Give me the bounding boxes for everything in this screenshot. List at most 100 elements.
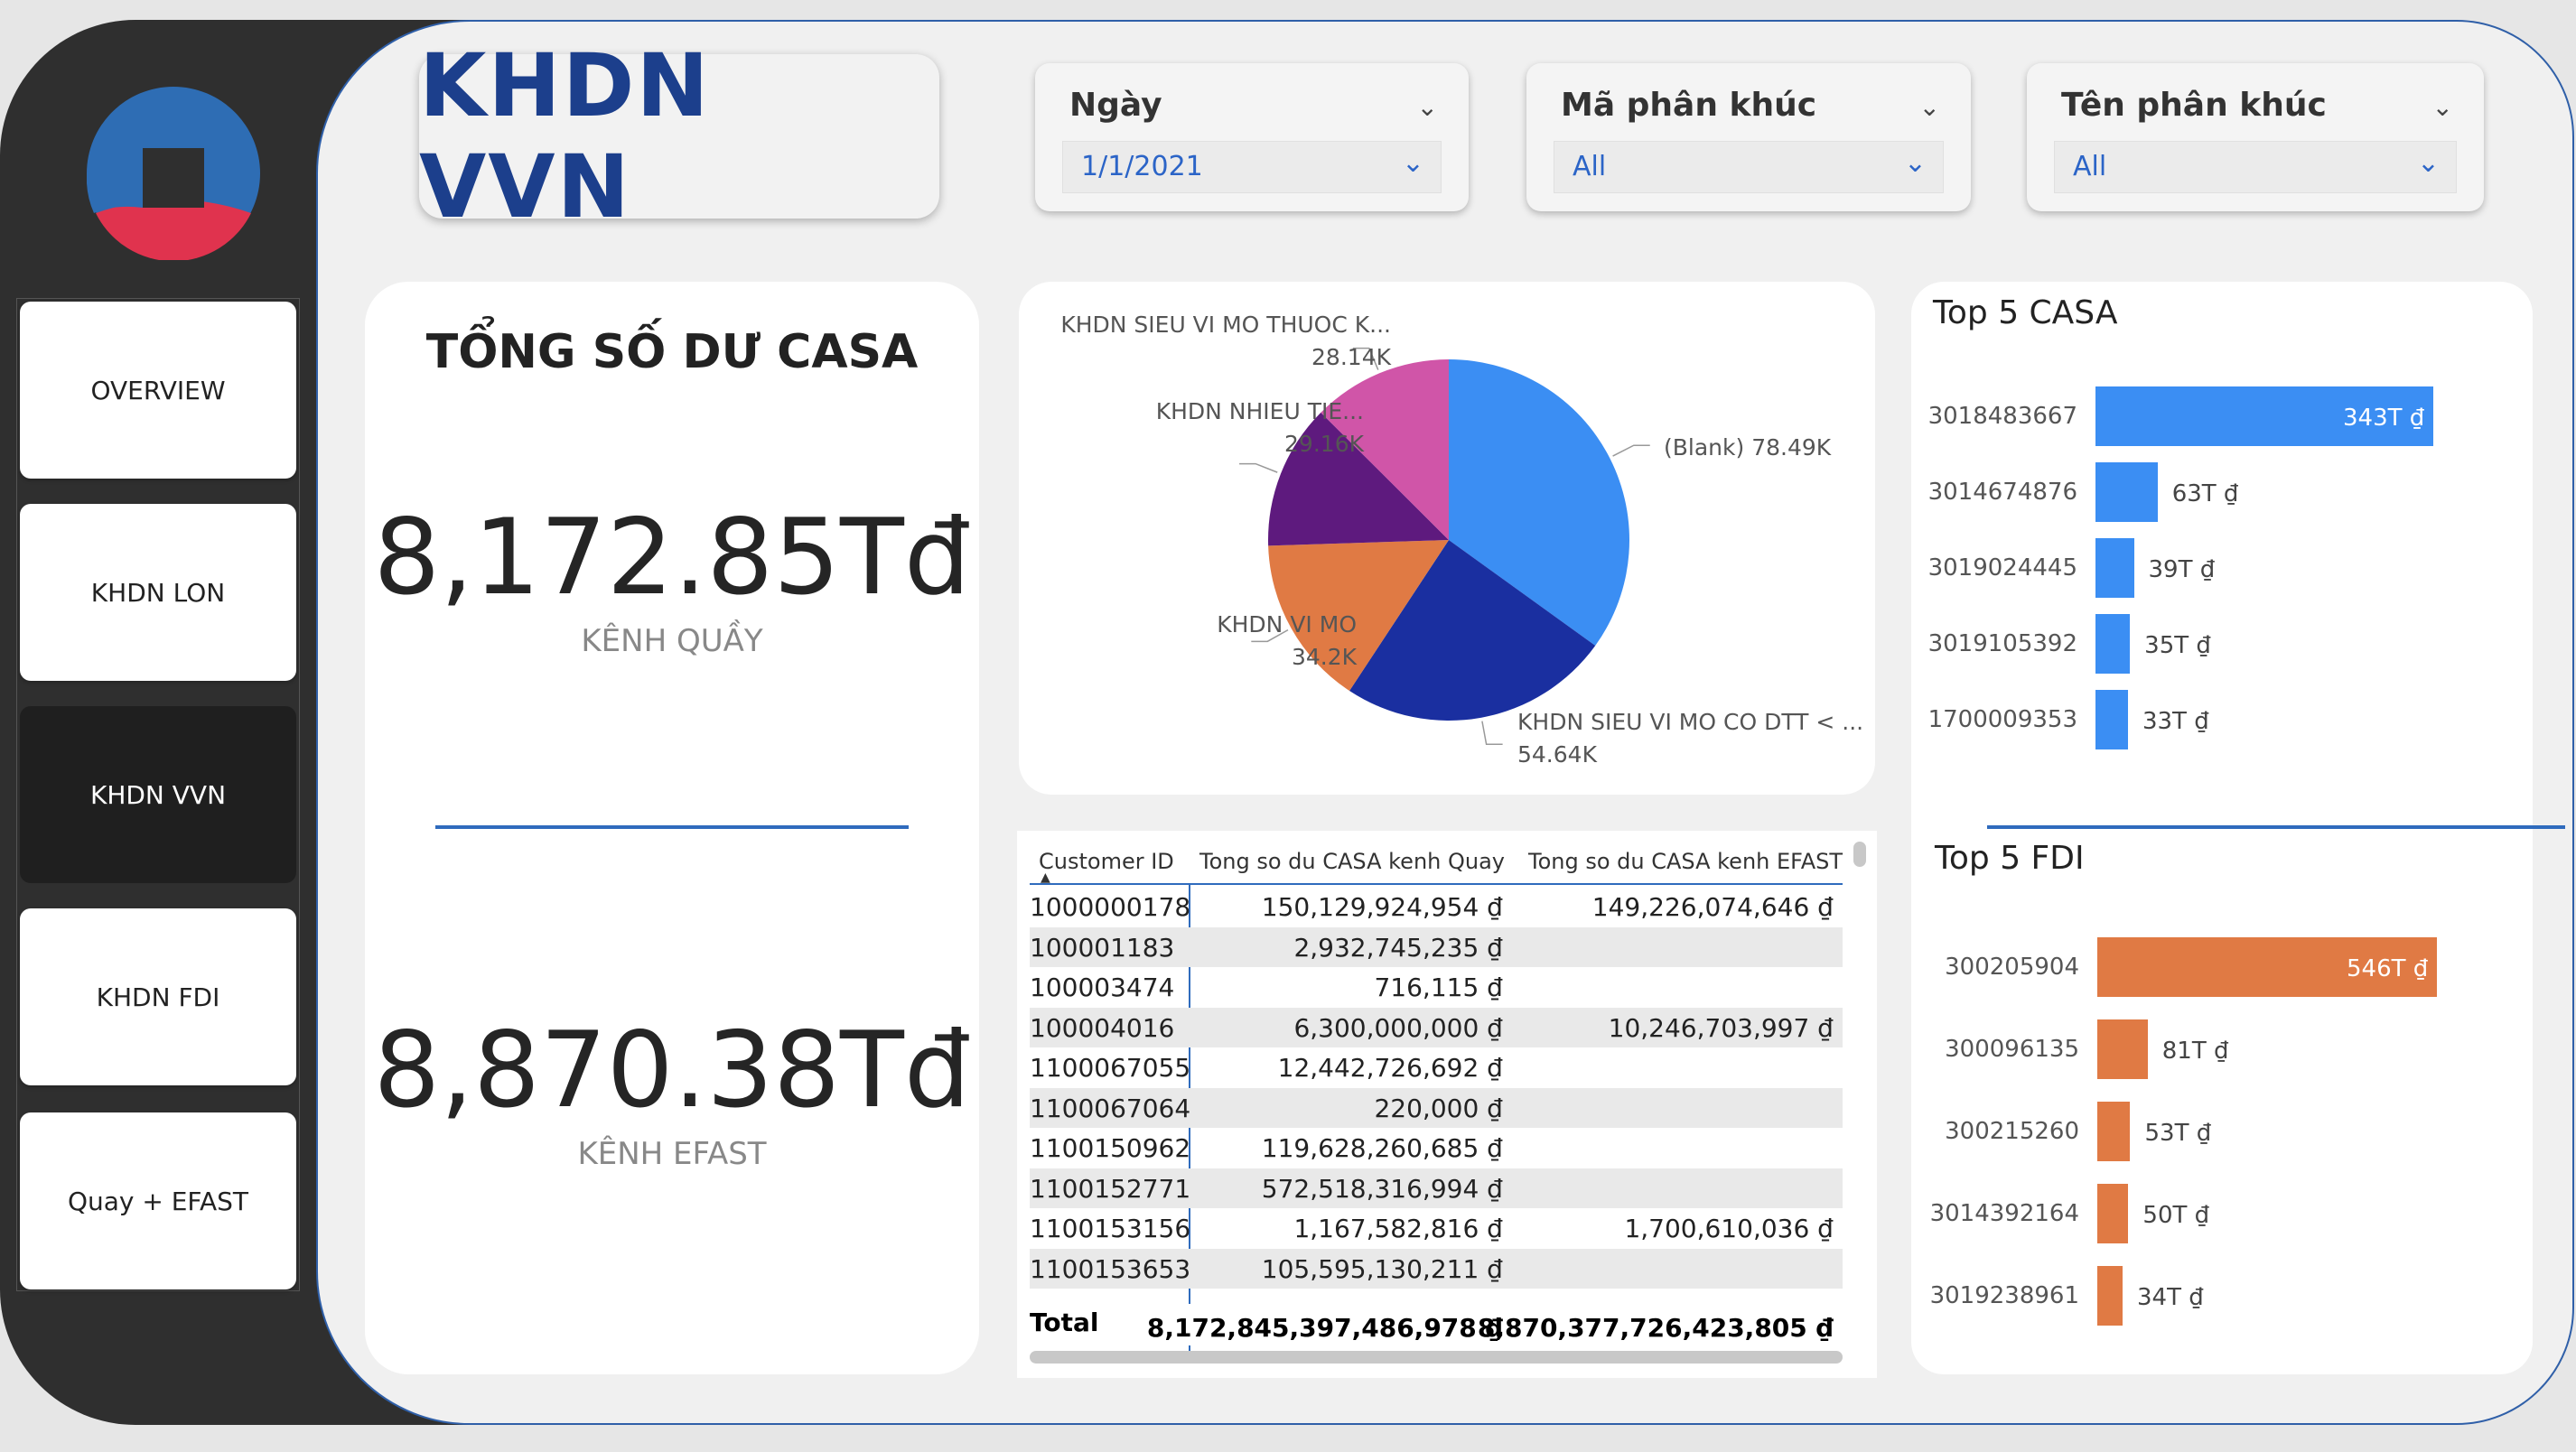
- pie-label-nhieu-tie: KHDN NHIEU TIE... 29.16K: [1033, 396, 1364, 461]
- total-efast: 8,870,377,726,423,805 ₫: [1477, 1313, 1834, 1343]
- bar-category-label: 300215260: [1945, 1118, 2079, 1145]
- segment-code-slicer[interactable]: Mã phân khúc ⌄ All ⌄: [1526, 63, 1971, 211]
- cell-customer-id: 1100152771: [1030, 1173, 1191, 1204]
- cell-casa-quay: 220,000 ₫: [1374, 1093, 1503, 1123]
- casa-title: TỔNG SỐ DƯ CASA: [425, 325, 919, 379]
- table-row[interactable]: 1100150962 119,628,260,685 ₫: [1030, 1128, 1843, 1168]
- cell-casa-quay: 119,628,260,685 ₫: [1261, 1133, 1503, 1163]
- cell-customer-id: 100004016: [1030, 1012, 1175, 1043]
- cell-customer-id: 1100153156: [1030, 1214, 1191, 1243]
- vertical-scrollbar[interactable]: [1853, 842, 1866, 867]
- cell-casa-quay: 716,115 ₫: [1374, 973, 1503, 1002]
- slicer-label: Tên phân khúc: [2061, 87, 2327, 124]
- bar-category-label: 300096135: [1945, 1036, 2079, 1063]
- table-row[interactable]: 100001183 2,932,745,235 ₫: [1030, 926, 1843, 967]
- slicer-label: Mã phân khúc: [1561, 87, 1817, 124]
- bar-category-label: 300205904: [1945, 954, 2079, 981]
- cell-customer-id: 1100067055: [1030, 1053, 1191, 1083]
- cell-customer-id: 1100150962: [1030, 1133, 1191, 1163]
- nav-khdn-fdi-button[interactable]: KHDN FDI: [20, 908, 296, 1085]
- cell-casa-quay: 105,595,130,211 ₫: [1261, 1253, 1503, 1284]
- bar[interactable]: [2097, 1266, 2123, 1326]
- cell-casa-quay: 150,129,924,954 ₫: [1261, 892, 1503, 922]
- table-row[interactable]: 1000000178 150,129,924,954 ₫ 149,226,074,6…: [1030, 887, 1843, 926]
- cell-casa-efast: 149,226,074,646 ₫: [1591, 892, 1834, 922]
- bar[interactable]: [2097, 1102, 2131, 1161]
- chevron-down-icon[interactable]: ⌄: [1919, 92, 1940, 122]
- cell-customer-id: 1100067064: [1030, 1093, 1191, 1123]
- casa-divider: [435, 825, 909, 829]
- pie-leader-line: [1612, 444, 1650, 457]
- cell-casa-quay: 6,300,000,000 ₫: [1293, 1012, 1503, 1043]
- column-header-customer-id[interactable]: Customer ID: [1039, 849, 1174, 874]
- bar-value-label: 546T ₫: [2347, 955, 2429, 982]
- table-body: 1000000178 150,129,924,954 ₫ 149,226,074,6…: [1017, 887, 1848, 1322]
- segment-name-dropdown[interactable]: All ⌄: [2054, 141, 2457, 193]
- pie-label-sieu-vi-mo-thuoc: KHDN SIEU VI MO THUOC K... 28.14K: [1030, 309, 1391, 374]
- bar-value-label: 81T ₫: [2161, 1038, 2229, 1065]
- bar[interactable]: [2097, 1184, 2129, 1243]
- table-row[interactable]: 1100153156 1,167,582,816 ₫ 1,700,610,036 ₫: [1030, 1208, 1843, 1248]
- slicer-value: All: [1573, 151, 1607, 182]
- cell-casa-quay: 12,442,726,692 ₫: [1277, 1053, 1503, 1083]
- table-row[interactable]: 1100067064 220,000 ₫: [1030, 1087, 1843, 1128]
- bar-value-label: 50T ₫: [2142, 1202, 2210, 1229]
- pie-label-blank: (Blank) 78.49K: [1664, 434, 1832, 461]
- segment-name-slicer[interactable]: Tên phân khúc ⌄ All ⌄: [2027, 63, 2484, 211]
- top-fdi-chart: 300205904 546T ₫ 300096135 81T ₫ 300215260 53…: [1911, 282, 2533, 1374]
- page-title-card: KHDN VVN: [419, 35, 939, 237]
- table-row[interactable]: 1100152771 572,518,316,994 ₫: [1030, 1168, 1843, 1208]
- column-header-casa-quay[interactable]: Tong so du CASA kenh Quay: [1199, 849, 1505, 874]
- segment-pie-card: (Blank) 78.49K KHDN SIEU VI MO CO DTT < …: [1019, 282, 1875, 795]
- nav-overview-button[interactable]: OVERVIEW: [20, 302, 296, 479]
- cell-customer-id: 1100153653: [1030, 1253, 1191, 1284]
- slicer-value: 1/1/2021: [1081, 151, 1203, 182]
- chevron-down-icon[interactable]: ⌄: [1904, 147, 1927, 179]
- cell-casa-quay: 1,167,582,816 ₫: [1293, 1214, 1503, 1243]
- cell-customer-id: 1000000178: [1030, 892, 1191, 922]
- nav-khdn-lon-button[interactable]: KHDN LON: [20, 504, 296, 681]
- casa-total-card: TỔNG SỐ DƯ CASA 8,172.85Tđ KÊNH QUẦY 8,8…: [365, 282, 979, 1374]
- pie-leader-line: [1481, 721, 1503, 745]
- pie-label-value: 29.16K: [1284, 431, 1364, 457]
- chevron-down-icon[interactable]: ⌄: [1402, 147, 1424, 179]
- chevron-down-icon[interactable]: ⌄: [2432, 92, 2453, 122]
- nav-khdn-vvn-button[interactable]: KHDN VVN: [20, 706, 296, 883]
- pie-label-sieu-vi-mo-co-dtt: KHDN SIEU VI MO CO DTT < ... 54.64K: [1517, 706, 1863, 771]
- casa-efast-value: 8,870.38Tđ: [373, 1010, 971, 1131]
- bar-category-label: 3019238961: [1929, 1282, 2079, 1309]
- pie-leader-line: [1239, 462, 1278, 473]
- table-row[interactable]: 1100153653 105,595,130,211 ₫: [1030, 1248, 1843, 1289]
- column-header-casa-efast[interactable]: Tong so du CASA kenh EFAST: [1528, 849, 1843, 874]
- pie-label-value: 28.14K: [1311, 344, 1391, 370]
- nav-quay-efast-button[interactable]: Quay + EFAST: [20, 1112, 296, 1289]
- cell-customer-id: 100001183: [1030, 932, 1175, 963]
- horizontal-scrollbar[interactable]: [1030, 1351, 1843, 1364]
- chevron-down-icon[interactable]: ⌄: [1417, 92, 1438, 122]
- table-row[interactable]: 100004016 6,300,000,000 ₫ 10,246,703,997 ₫: [1030, 1007, 1843, 1047]
- cell-casa-quay: 572,518,316,994 ₫: [1261, 1173, 1503, 1204]
- cell-casa-efast: 10,246,703,997 ₫: [1608, 1012, 1834, 1043]
- table-row[interactable]: 1100067055 12,442,726,692 ₫: [1030, 1047, 1843, 1087]
- bar-value-label: 53T ₫: [2144, 1120, 2212, 1147]
- pie-label-name: KHDN SIEU VI MO THUOC K...: [1060, 312, 1391, 338]
- report-canvas: OVERVIEW KHDN LON KHDN VVN KHDN FDI Quay…: [0, 0, 2576, 1452]
- table-total-row: Total 8,172,845,397,486,978 ₫ 8,870,377,…: [1030, 1304, 1843, 1345]
- total-label: Total: [1030, 1308, 1099, 1337]
- date-dropdown[interactable]: 1/1/2021 ⌄: [1062, 141, 1442, 193]
- pie-label-name: KHDN NHIEU TIE...: [1155, 398, 1364, 424]
- page-title: KHDN VVN: [419, 35, 711, 237]
- bar[interactable]: [2097, 1019, 2148, 1079]
- pie-label-value: 54.64K: [1517, 741, 1597, 768]
- customer-table: Customer ID ▲ Tong so du CASA kenh Quay …: [1017, 831, 1877, 1378]
- table-row[interactable]: 100003474 716,115 ₫: [1030, 967, 1843, 1007]
- slicer-label: Ngày: [1069, 87, 1162, 124]
- total-quay: 8,172,845,397,486,978 ₫: [1146, 1313, 1503, 1343]
- bar-value-label: 34T ₫: [2137, 1284, 2204, 1311]
- chevron-down-icon[interactable]: ⌄: [2417, 147, 2440, 179]
- segment-code-dropdown[interactable]: All ⌄: [1554, 141, 1944, 193]
- date-slicer[interactable]: Ngày ⌄ 1/1/2021 ⌄: [1035, 63, 1469, 211]
- pie-label-name: KHDN VI MO: [1217, 611, 1357, 638]
- slicer-value: All: [2073, 151, 2107, 182]
- bank-logo-icon: [87, 87, 260, 260]
